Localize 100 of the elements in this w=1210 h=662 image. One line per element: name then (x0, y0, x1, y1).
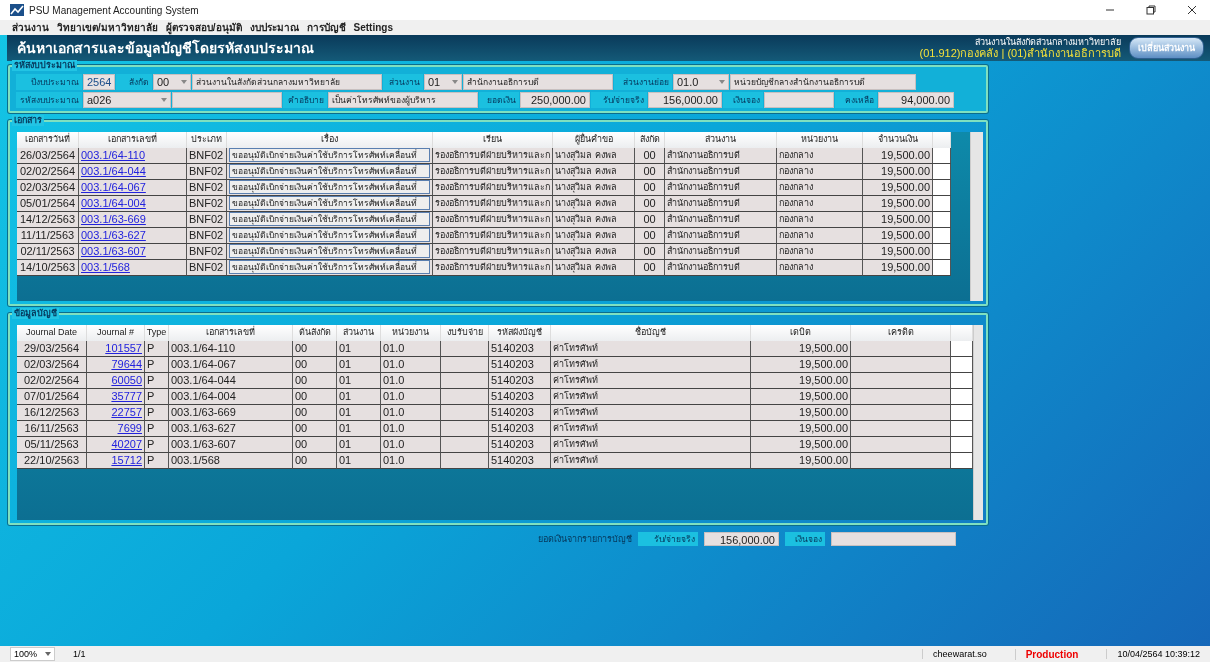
menu-item[interactable]: วิทยาเขต/มหาวิทยาลัย (53, 21, 162, 34)
subject-field[interactable]: ขออนุมัติเบิกจ่ายเงินค่าใช้บริการโทรศัพท์เคลื่อนที่ (229, 148, 430, 162)
input-field[interactable]: สำนักงานอธิการบดี (463, 74, 613, 90)
dropdown[interactable]: 01.0 (673, 74, 729, 90)
table-cell: P (145, 405, 169, 421)
table-cell: 01.0 (381, 373, 441, 389)
page-counter: 1/1 (73, 649, 86, 659)
column-header[interactable]: ต้นสังกัด (293, 325, 337, 341)
input-field[interactable] (831, 532, 956, 546)
column-header[interactable]: จำนวนเงิน (863, 132, 933, 148)
menu-item[interactable]: งบประมาณ (245, 21, 303, 34)
column-header[interactable]: เครดิต (851, 325, 951, 341)
subject-field[interactable]: ขออนุมัติเบิกจ่ายเงินค่าใช้บริการโทรศัพท์เคลื่อนที่ (229, 260, 430, 274)
field-label: รับ/จ่ายจริง (591, 92, 647, 108)
input-field[interactable]: 156,000.00 (648, 92, 722, 108)
table-cell: กองกลาง (777, 148, 863, 164)
zoom-dropdown[interactable]: 100% (10, 647, 56, 661)
subject-field[interactable]: ขออนุมัติเบิกจ่ายเงินค่าใช้บริการโทรศัพท์เคลื่อนที่ (229, 244, 430, 258)
input-field[interactable]: 156,000.00 (704, 532, 779, 546)
group-legend: ข้อมูลบัญชี (12, 308, 59, 319)
table-cell: 01 (337, 405, 381, 421)
table-cell: นางสุวิมล คงพล (553, 212, 635, 228)
subject-field[interactable]: ขออนุมัติเบิกจ่ายเงินค่าใช้บริการโทรศัพท์เคลื่อนที่ (229, 180, 430, 194)
table-cell: 29/03/2564 (17, 341, 87, 357)
column-header[interactable]: สังกัด (635, 132, 665, 148)
column-header[interactable]: ผู้ยื่นคำขอ (553, 132, 635, 148)
table-cell: P (145, 341, 169, 357)
table-cell: 19,500.00 (751, 421, 851, 437)
table-cell: 01 (337, 389, 381, 405)
input-field[interactable]: เป็นค่าโทรศัพท์ของผู้บริหาร (328, 92, 478, 108)
table-cell: 26/03/2564 (17, 148, 79, 164)
menu-item[interactable]: ส่วนงาน (8, 21, 53, 34)
table-cell: 01.0 (381, 421, 441, 437)
column-header[interactable]: ส่วนงาน (337, 325, 381, 341)
column-header[interactable]: เอกสารเลขที่ (79, 132, 187, 148)
table-cell: 01 (337, 357, 381, 373)
table-cell: รองอธิการบดีฝ่ายบริหารและก (433, 164, 553, 180)
table-cell: ค่าโทรศัพท์ (551, 389, 751, 405)
input-field[interactable]: ส่วนงานในสังกัดส่วนกลางมหาวิทยาลัย (192, 74, 382, 90)
caret-icon (452, 80, 458, 84)
table-cell: 01.0 (381, 357, 441, 373)
input-field[interactable]: หน่วยบัญชีกลางสำนักงานอธิการบดี (730, 74, 916, 90)
menu-item[interactable]: การบัญชี (302, 21, 350, 34)
restore-icon (1146, 5, 1156, 15)
column-header[interactable]: ส่วนงาน (665, 132, 777, 148)
column-header[interactable]: เรียน (433, 132, 553, 148)
menu-item[interactable]: ผู้ตรวจสอบ/อนุมัติ (161, 21, 246, 34)
column-header[interactable]: Journal # (87, 325, 145, 341)
input-field[interactable] (172, 92, 282, 108)
table-cell: กองกลาง (777, 180, 863, 196)
table-cell: ค่าโทรศัพท์ (551, 421, 751, 437)
scrollbar[interactable] (973, 325, 983, 520)
table-cell: รองอธิการบดีฝ่ายบริหารและก (433, 148, 553, 164)
menu-item[interactable]: Settings (349, 21, 397, 34)
field-label: รับ/จ่ายจริง (638, 532, 698, 546)
app-logo-icon (10, 4, 24, 16)
column-header[interactable]: Journal Date (17, 325, 87, 341)
table-cell: นางสุวิมล คงพล (553, 164, 635, 180)
table-cell: 00 (293, 389, 337, 405)
field-label: เงินจอง (723, 92, 763, 108)
table-cell: รองอธิการบดีฝ่ายบริหารและก (433, 180, 553, 196)
table-cell: 01 (337, 453, 381, 469)
input-field[interactable]: 94,000.00 (878, 92, 954, 108)
column-header[interactable]: Type (145, 325, 169, 341)
column-header[interactable]: หน่วยงาน (777, 132, 863, 148)
table-cell: 00 (293, 405, 337, 421)
table-cell: 5140203 (489, 437, 551, 453)
table-cell: 19,500.00 (751, 437, 851, 453)
table-cell: ค่าโทรศัพท์ (551, 357, 751, 373)
caret-icon (45, 652, 52, 656)
input-field[interactable]: 2564 (83, 74, 115, 90)
column-header[interactable]: เดบิต (751, 325, 851, 341)
dropdown[interactable]: a026 (83, 92, 171, 108)
column-header[interactable]: งบรับจ่าย (441, 325, 489, 341)
column-header[interactable]: เอกสารวันที่ (17, 132, 79, 148)
table-cell: รองอธิการบดีฝ่ายบริหารและก (433, 212, 553, 228)
scrollbar[interactable] (970, 132, 983, 301)
column-header[interactable]: รหัสผังบัญชี (489, 325, 551, 341)
table-cell: 19,500.00 (751, 341, 851, 357)
table-cell: ค่าโทรศัพท์ (551, 405, 751, 421)
column-header[interactable]: หน่วยงาน (381, 325, 441, 341)
table-cell: 02/11/2563 (17, 244, 79, 260)
dropdown[interactable]: 00 (153, 74, 191, 90)
column-header[interactable]: ชื่อบัญชี (551, 325, 751, 341)
input-field[interactable] (764, 92, 834, 108)
caret-icon (181, 80, 187, 84)
table-cell: 01.0 (381, 453, 441, 469)
dropdown[interactable]: 01 (424, 74, 462, 90)
table-cell: 5140203 (489, 453, 551, 469)
table-cell: 02/03/2564 (17, 180, 79, 196)
subject-field[interactable]: ขออนุมัติเบิกจ่ายเงินค่าใช้บริการโทรศัพท์เคลื่อนที่ (229, 196, 430, 210)
subject-field[interactable]: ขออนุมัติเบิกจ่ายเงินค่าใช้บริการโทรศัพท์เคลื่อนที่ (229, 212, 430, 226)
subject-field[interactable]: ขออนุมัติเบิกจ่ายเงินค่าใช้บริการโทรศัพท์เคลื่อนที่ (229, 228, 430, 242)
column-header[interactable]: เอกสารเลขที่ (169, 325, 293, 341)
input-field[interactable]: 250,000.00 (520, 92, 590, 108)
column-header[interactable]: ประเภท (187, 132, 227, 148)
table-cell: 00 (293, 437, 337, 453)
column-header[interactable]: เรื่อง (227, 132, 433, 148)
subject-field[interactable]: ขออนุมัติเบิกจ่ายเงินค่าใช้บริการโทรศัพท์เคลื่อนที่ (229, 164, 430, 178)
field-label: สังกัด (116, 74, 152, 90)
